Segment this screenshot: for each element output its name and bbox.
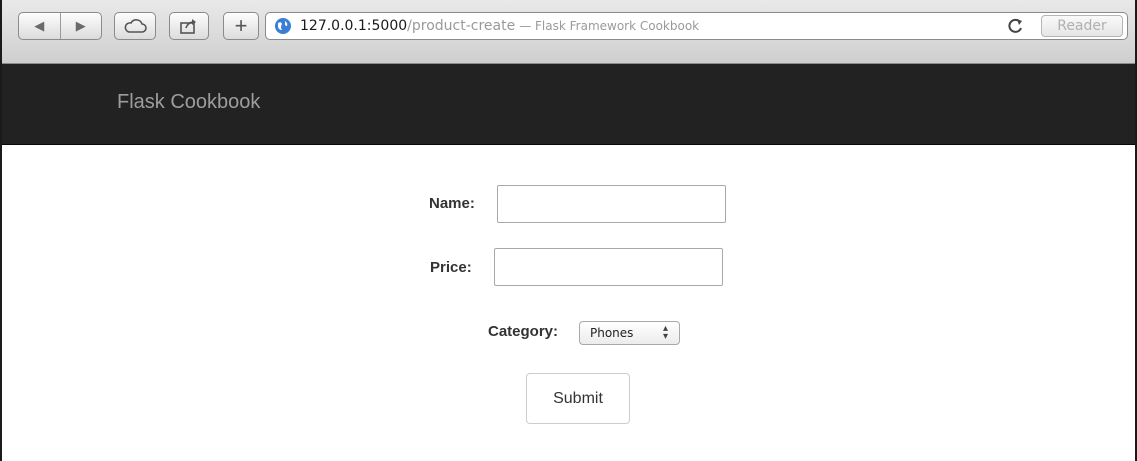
reload-icon[interactable]	[1006, 16, 1026, 36]
price-input[interactable]	[494, 248, 723, 286]
url-text: 127.0.0.1:5000/product-create	[300, 18, 515, 34]
site-navbar: Flask Cookbook	[2, 64, 1135, 145]
icloud-tabs-button[interactable]	[114, 12, 156, 40]
browser-toolbar: ◀ ▶ + 127.0.0.1:5000/product-create — Fl…	[2, 0, 1135, 64]
share-button[interactable]	[169, 12, 209, 40]
url-host: 127.0.0.1:5000	[300, 18, 408, 34]
forward-arrow-icon: ▶	[75, 18, 86, 33]
price-label: Price:	[430, 259, 472, 276]
plus-icon: +	[234, 13, 248, 38]
product-form: Name: Price: Category: Phones ▴ ▾ Submit	[2, 145, 1135, 461]
address-bar[interactable]: 127.0.0.1:5000/product-create — Flask Fr…	[265, 12, 1128, 40]
new-tab-button[interactable]: +	[223, 12, 259, 40]
share-icon	[180, 19, 196, 34]
browser-window: ◀ ▶ + 127.0.0.1:5000/product-create — Fl…	[0, 0, 1137, 461]
category-selected-value: Phones	[590, 326, 634, 340]
cloud-icon	[124, 19, 147, 33]
forward-button[interactable]: ▶	[60, 13, 101, 39]
navbar-brand[interactable]: Flask Cookbook	[117, 91, 260, 114]
back-arrow-icon: ◀	[34, 18, 45, 33]
name-label: Name:	[429, 195, 475, 212]
back-forward-group: ◀ ▶	[18, 12, 102, 40]
globe-icon	[275, 18, 291, 34]
select-arrows-icon: ▴ ▾	[662, 323, 668, 342]
back-button[interactable]: ◀	[19, 13, 60, 39]
submit-button[interactable]: Submit	[526, 373, 630, 424]
reader-button[interactable]: Reader	[1041, 15, 1123, 37]
category-select[interactable]: Phones ▴ ▾	[579, 321, 680, 345]
name-input[interactable]	[497, 185, 726, 223]
url-path: /product-create	[407, 18, 516, 34]
page-title: — Flask Framework Cookbook	[519, 19, 700, 33]
category-label: Category:	[488, 323, 559, 340]
